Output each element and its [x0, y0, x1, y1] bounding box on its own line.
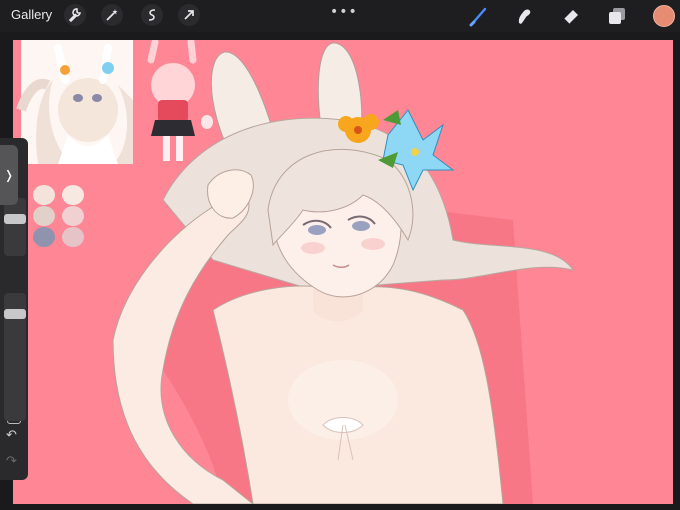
adjustments-magic-wand-icon[interactable] — [101, 4, 123, 26]
gallery-button[interactable]: Gallery — [11, 7, 52, 22]
selection-icon[interactable] — [141, 4, 163, 26]
reference-image — [16, 40, 213, 164]
eraser-icon[interactable] — [560, 5, 582, 27]
transform-arrow-icon[interactable] — [178, 4, 200, 26]
brush-size-handle[interactable] — [4, 214, 26, 224]
opacity-handle[interactable] — [4, 309, 26, 319]
top-toolbar: Gallery ••• — [0, 0, 680, 32]
brush-size-slider[interactable] — [4, 198, 26, 256]
redo-icon[interactable]: ↷ — [6, 454, 17, 469]
color-palette — [33, 185, 84, 247]
undo-icon[interactable]: ↶ — [6, 428, 17, 443]
artwork — [16, 40, 575, 504]
color-swatch[interactable] — [653, 5, 675, 27]
layers-icon[interactable] — [606, 5, 628, 27]
actions-wrench-icon[interactable] — [64, 4, 86, 26]
sidebar-toggle-chevron-icon[interactable]: ❭ — [0, 145, 18, 205]
brush-icon[interactable] — [468, 5, 490, 27]
opacity-slider[interactable] — [4, 293, 26, 421]
smudge-icon[interactable] — [513, 5, 535, 27]
more-options-icon[interactable]: ••• — [330, 4, 358, 20]
drawing-canvas[interactable] — [13, 40, 673, 504]
